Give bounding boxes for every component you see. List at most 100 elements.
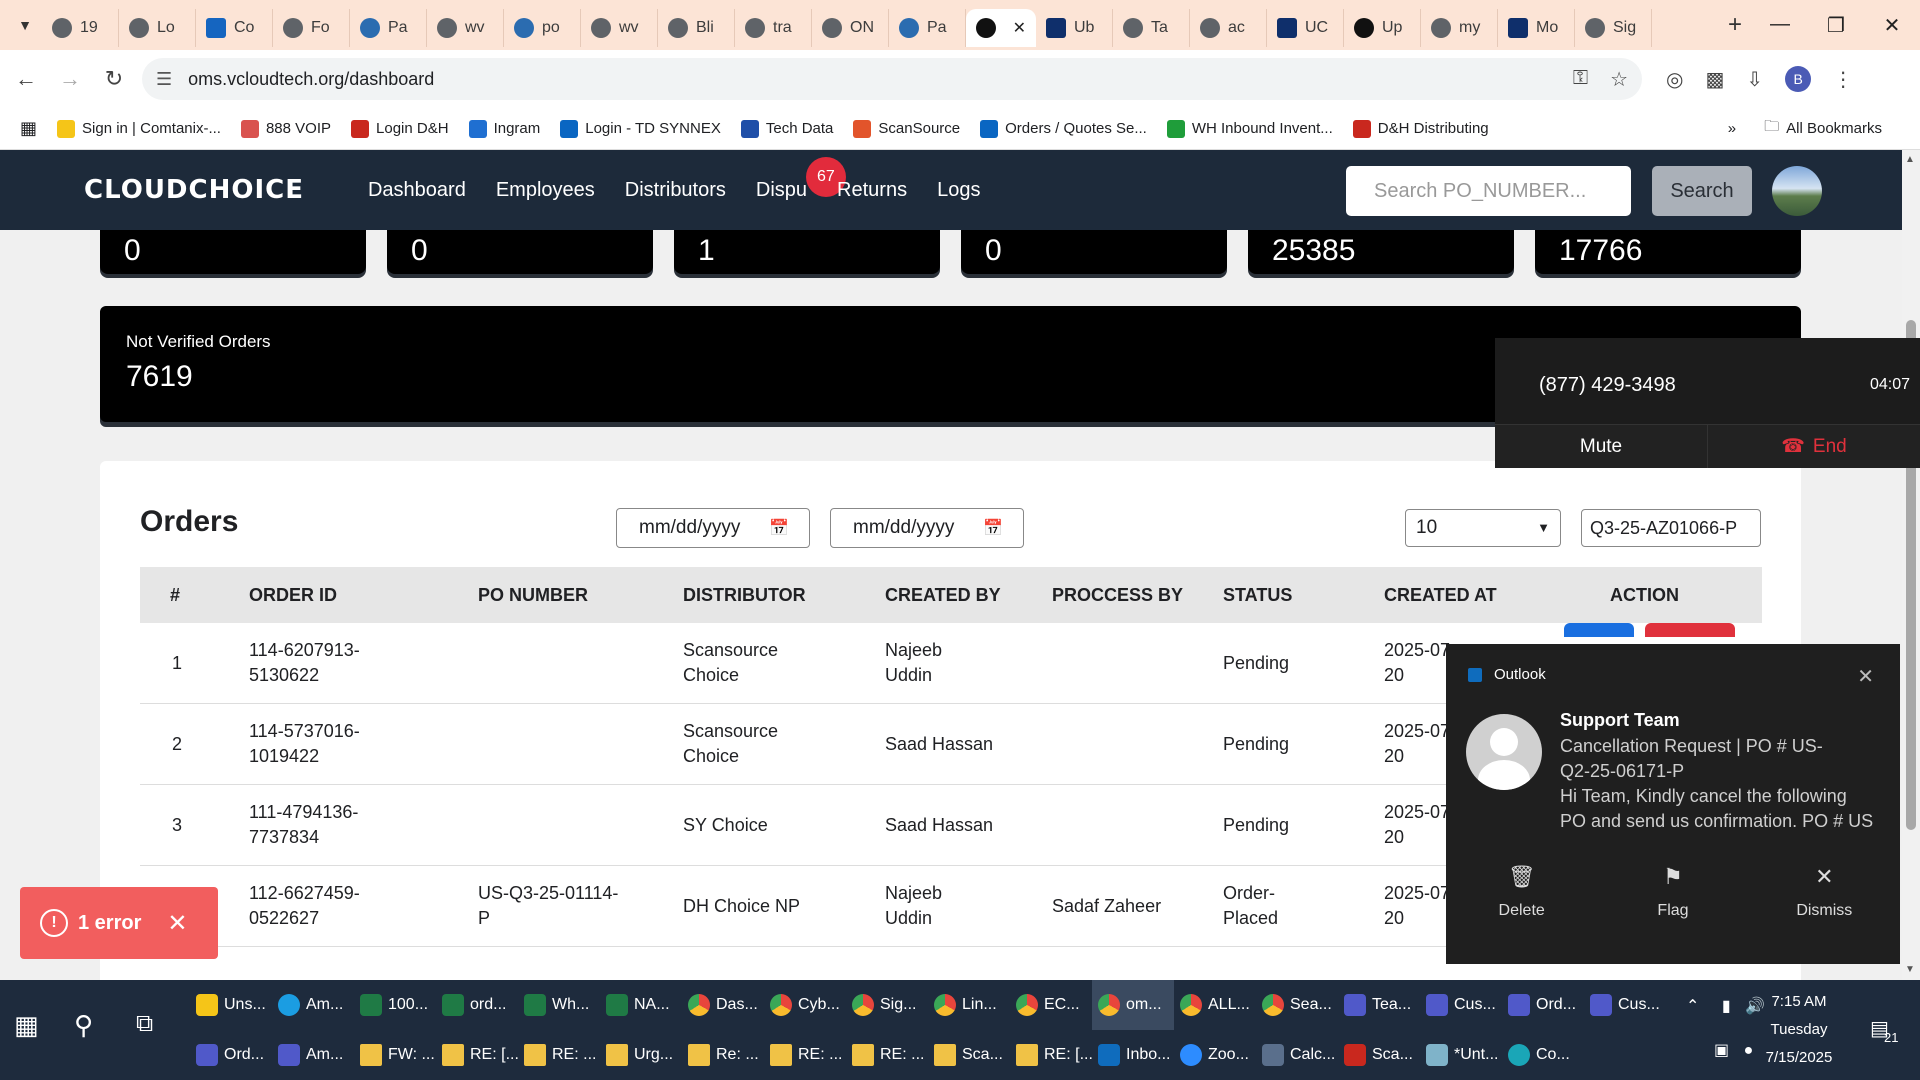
browser-tab[interactable]: Fo bbox=[273, 9, 350, 47]
bookmark-item[interactable]: Sign in | Comtanix-... bbox=[57, 119, 221, 138]
taskbar-item[interactable]: Urg... bbox=[600, 1030, 682, 1080]
taskbar-item[interactable]: Uns... bbox=[190, 980, 272, 1030]
calendar-icon[interactable]: 📅 bbox=[769, 518, 789, 538]
taskbar-item[interactable]: Cus... bbox=[1420, 980, 1502, 1030]
bookmark-item[interactable]: Ingram bbox=[468, 119, 540, 138]
taskbar-item[interactable]: RE: ... bbox=[846, 1030, 928, 1080]
bookmark-star-icon[interactable]: ☆ bbox=[1610, 67, 1628, 92]
bookmark-item[interactable]: WH Inbound Invent... bbox=[1166, 119, 1333, 138]
browser-tab[interactable]: tra bbox=[735, 9, 812, 47]
browser-tab[interactable]: ✕ bbox=[966, 9, 1036, 47]
nav-distributors[interactable]: Distributors bbox=[625, 179, 726, 202]
windows-start-icon[interactable]: ▦ bbox=[14, 1010, 39, 1041]
more-menu-icon[interactable]: ⋮ bbox=[1833, 67, 1853, 92]
taskbar-item[interactable]: RE: [... bbox=[1010, 1030, 1092, 1080]
omnibox[interactable]: ☰ oms.vcloudtech.org/dashboard ⚿ ☆ bbox=[142, 58, 1642, 100]
browser-tab[interactable]: Pa bbox=[350, 9, 427, 47]
bookmark-item[interactable]: Login D&H bbox=[351, 119, 449, 138]
nav-logs[interactable]: Logs bbox=[937, 179, 980, 202]
taskbar-item[interactable]: Co... bbox=[1502, 1030, 1584, 1080]
battery-icon[interactable]: ▮ bbox=[1722, 998, 1731, 1015]
order-filter-input[interactable]: Q3-25-AZ01066-P bbox=[1581, 509, 1761, 547]
browser-tab[interactable]: wv bbox=[581, 9, 658, 47]
taskbar-item[interactable]: Cyb... bbox=[764, 980, 846, 1030]
all-bookmarks-folder[interactable]: 🗀 All Bookmarks bbox=[1764, 116, 1882, 141]
taskbar-item[interactable]: Am... bbox=[272, 1030, 354, 1080]
taskbar-item[interactable]: Zoo... bbox=[1174, 1030, 1256, 1080]
browser-tab[interactable]: 19 bbox=[42, 9, 119, 47]
taskbar-item[interactable]: Ord... bbox=[190, 1030, 272, 1080]
taskbar-item[interactable]: Calc... bbox=[1256, 1030, 1338, 1080]
outlook-notification[interactable]: Outlook ✕ Support Team Cancellation Requ… bbox=[1446, 644, 1900, 964]
tab-search-icon[interactable]: ▼ bbox=[8, 8, 42, 42]
date-from-input[interactable]: mm/dd/yyyy 📅 bbox=[616, 508, 810, 548]
browser-tab[interactable]: Ta bbox=[1113, 9, 1190, 47]
url-text[interactable]: oms.vcloudtech.org/dashboard bbox=[188, 69, 434, 90]
end-call-button[interactable]: ☎ End bbox=[1707, 425, 1920, 468]
taskbar-item[interactable]: ALL... bbox=[1174, 980, 1256, 1030]
taskbar-item[interactable]: Das... bbox=[682, 980, 764, 1030]
taskbar-item[interactable]: 100... bbox=[354, 980, 436, 1030]
po-search-input[interactable]: Search PO_NUMBER... bbox=[1346, 166, 1631, 216]
edit-button[interactable] bbox=[1564, 623, 1634, 637]
calendar-icon[interactable]: 📅 bbox=[983, 518, 1003, 538]
delete-order-button[interactable] bbox=[1645, 623, 1735, 637]
page-scrollbar[interactable]: ▲ ▼ bbox=[1902, 150, 1920, 980]
flag-button[interactable]: ⚑ Flag bbox=[1597, 864, 1748, 920]
browser-tab[interactable]: Lo bbox=[119, 9, 196, 47]
date-to-input[interactable]: mm/dd/yyyy 📅 bbox=[830, 508, 1024, 548]
search-icon[interactable]: ⚲ bbox=[74, 1010, 93, 1041]
browser-tab[interactable]: Ub bbox=[1036, 9, 1113, 47]
close-window-icon[interactable]: ✕ bbox=[1864, 13, 1920, 38]
nav-dashboard[interactable]: Dashboard bbox=[368, 179, 466, 202]
bookmark-item[interactable]: D&H Distributing bbox=[1352, 119, 1489, 138]
close-tab-icon[interactable]: ✕ bbox=[1013, 18, 1026, 38]
forward-icon[interactable]: → bbox=[52, 66, 88, 92]
search-button[interactable]: Search bbox=[1652, 166, 1752, 216]
browser-tab[interactable]: Sig bbox=[1575, 9, 1652, 47]
scroll-down-icon[interactable]: ▼ bbox=[1905, 964, 1915, 975]
taskbar-item[interactable]: RE: ... bbox=[764, 1030, 846, 1080]
nav-employees[interactable]: Employees bbox=[496, 179, 595, 202]
nav-returns[interactable]: Returns bbox=[837, 179, 907, 202]
back-icon[interactable]: ← bbox=[8, 66, 44, 92]
bookmark-item[interactable]: ScanSource bbox=[853, 119, 960, 138]
taskbar-item[interactable]: Sig... bbox=[846, 980, 928, 1030]
more-bookmarks-icon[interactable]: » bbox=[1728, 120, 1736, 137]
taskbar-item[interactable]: Re: ... bbox=[682, 1030, 764, 1080]
taskbar-item[interactable]: FW: ... bbox=[354, 1030, 436, 1080]
new-tab-button[interactable]: + bbox=[1718, 11, 1752, 39]
dismiss-button[interactable]: ✕ Dismiss bbox=[1749, 864, 1900, 920]
browser-tab[interactable]: Bli bbox=[658, 9, 735, 47]
taskbar-item[interactable]: Sca... bbox=[928, 1030, 1010, 1080]
minimize-icon[interactable]: — bbox=[1752, 13, 1808, 38]
chevron-up-icon[interactable]: ⌃ bbox=[1686, 998, 1699, 1015]
taskbar-item[interactable]: Wh... bbox=[518, 980, 600, 1030]
taskbar-item[interactable]: om... bbox=[1092, 980, 1174, 1030]
taskbar-item[interactable]: Sca... bbox=[1338, 1030, 1420, 1080]
taskbar-item[interactable]: Tea... bbox=[1338, 980, 1420, 1030]
restore-icon[interactable]: ❐ bbox=[1808, 13, 1864, 38]
close-icon[interactable]: ✕ bbox=[167, 909, 187, 938]
bookmark-item[interactable]: 888 VOIP bbox=[240, 119, 331, 138]
browser-tab[interactable]: wv bbox=[427, 9, 504, 47]
user-avatar[interactable] bbox=[1772, 166, 1822, 216]
bookmark-item[interactable]: Orders / Quotes Se... bbox=[980, 119, 1147, 138]
password-key-icon[interactable]: ⚿ bbox=[1573, 67, 1588, 92]
bookmark-item[interactable]: Login - TD SYNNEX bbox=[560, 119, 721, 138]
browser-tab[interactable]: ac bbox=[1190, 9, 1267, 47]
network-icon[interactable]: ▣ bbox=[1714, 1042, 1729, 1059]
extensions-icon[interactable]: ▩ bbox=[1705, 67, 1724, 92]
browser-tab[interactable]: my bbox=[1421, 9, 1498, 47]
mute-button[interactable]: Mute bbox=[1495, 425, 1707, 468]
taskbar-item[interactable]: EC... bbox=[1010, 980, 1092, 1030]
profile-avatar[interactable]: B bbox=[1785, 66, 1812, 92]
browser-tab[interactable]: UC bbox=[1267, 9, 1344, 47]
taskbar-item[interactable]: Lin... bbox=[928, 980, 1010, 1030]
nav-dispu[interactable]: Dispu 67 bbox=[756, 156, 846, 202]
taskbar-item[interactable]: NA... bbox=[600, 980, 682, 1030]
browser-tab[interactable]: ON bbox=[812, 9, 889, 47]
taskbar-item[interactable]: *Unt... bbox=[1420, 1030, 1502, 1080]
translate-icon[interactable]: ◎ bbox=[1666, 67, 1683, 92]
taskbar-item[interactable]: Am... bbox=[272, 980, 354, 1030]
